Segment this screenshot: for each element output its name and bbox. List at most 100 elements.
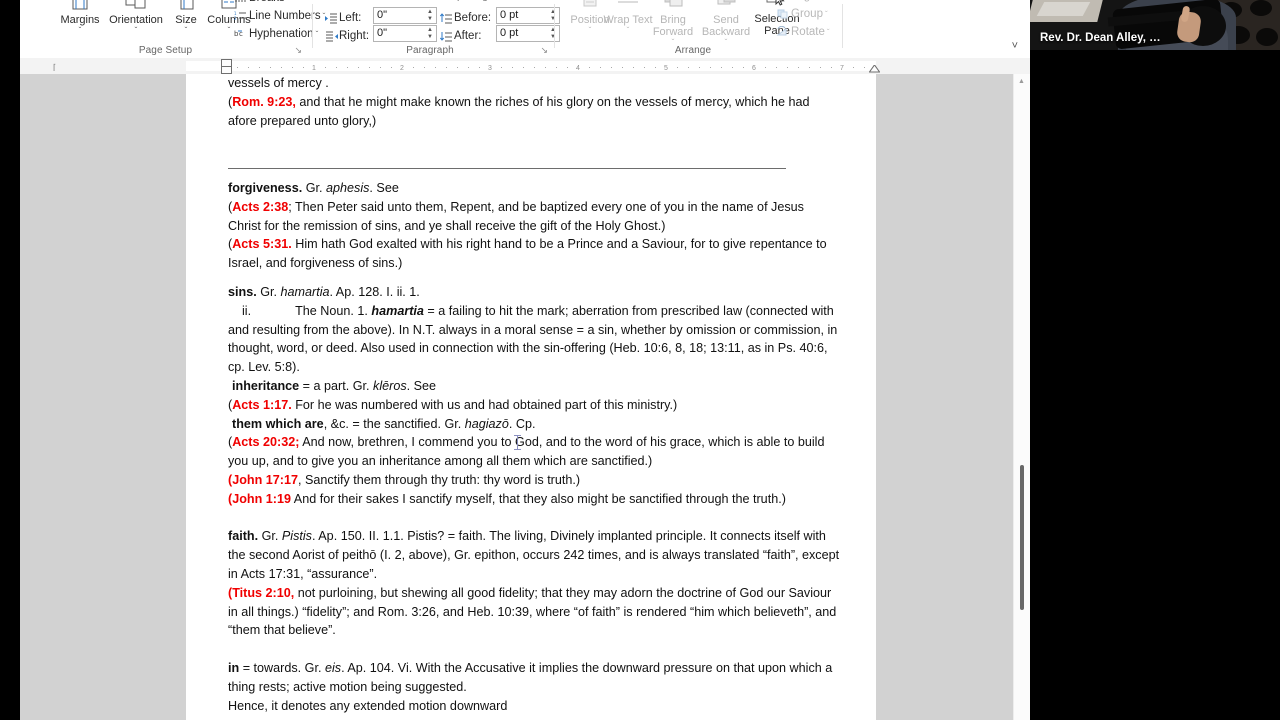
ruler-tick-dot	[457, 67, 458, 68]
document-paragraph[interactable]: in = towards. Gr. eis. Ap. 104. Vi. With…	[228, 659, 840, 697]
spacing-subheader: Spacing	[450, 0, 488, 2]
orientation-chevron-down-icon[interactable]: ˇ	[100, 26, 172, 35]
ruler-tick-label: 4	[576, 65, 580, 72]
scroll-up-arrow-icon[interactable]: ▲	[1018, 78, 1025, 85]
document-paragraph[interactable]: (Acts 5:31. Him hath God exalted with hi…	[228, 235, 840, 273]
indent-left-spin-up-icon[interactable]: ▲	[427, 9, 433, 15]
rotate-menu-item[interactable]: Rotate ˇ	[776, 25, 830, 40]
ruler-tick-dot	[798, 67, 799, 68]
group-menu-item[interactable]: Group ˇ	[776, 8, 828, 22]
scripture-reference: Acts 1:17.	[232, 397, 292, 412]
ruler-tick-dot	[655, 67, 656, 68]
ruler-tick-dot	[534, 67, 535, 68]
breaks-chevron-down-icon[interactable]: ˇ	[287, 0, 290, 3]
ruler-tick-dot	[809, 67, 810, 68]
group-icon	[776, 8, 791, 22]
tab-stop-selector[interactable]: ⌈	[53, 63, 56, 72]
align-menu-item[interactable]: Alignˇ	[776, 0, 821, 4]
text-run: And now, brethren, I commend you to God,…	[228, 435, 825, 469]
video-overlay[interactable]: Rev. Dr. Dean Alley, …	[1030, 0, 1280, 50]
ruler-tick-dot	[479, 67, 480, 68]
ribbon: Margins ˇ Orientation ˇ Size ˇ Columns ˇ…	[20, 0, 1030, 59]
collapse-ribbon-chevron-down-icon[interactable]: ˅	[1012, 40, 1018, 52]
document-paragraph[interactable]: (Acts 2:38; Then Peter said unto them, R…	[228, 198, 840, 236]
horizontal-ruler[interactable]: ⌈ 1 2 3 4 5 6 7	[20, 58, 1030, 75]
document-paragraph[interactable]: inheritance = a part. Gr. klēros. See	[228, 377, 840, 396]
hyphenation-menu-item[interactable]: bc Hyphenation ˇ	[234, 28, 318, 42]
hanging-indent-marker[interactable]	[221, 66, 232, 74]
document-paragraph[interactable]: (Titus 2:10, not purloining, but shewing…	[228, 584, 840, 640]
text-run: Hence, it denotes any extended motion do…	[228, 698, 508, 713]
document-paragraph[interactable]: them which are, &c. = the sanctified. Gr…	[228, 415, 840, 434]
indent-left-value: 0"	[377, 9, 388, 21]
ruler-tick-dot	[743, 67, 744, 68]
text-run: , Sanctify them through thy truth: thy w…	[298, 472, 581, 487]
document-paragraph[interactable]: vessels of mercy .	[228, 74, 840, 93]
document-text-body[interactable]: vessels of mercy . (Rom. 9:23, and that h…	[228, 74, 840, 715]
indent-right-icon	[325, 31, 339, 45]
spacing-before-value: 0 pt	[500, 9, 519, 21]
page-setup-dialog-launcher[interactable]: ↘	[294, 45, 302, 56]
ruler-ticks: 1 2 3 4 5 6 7	[186, 58, 876, 74]
document-page[interactable]: vessels of mercy . (Rom. 9:23, and that h…	[186, 74, 876, 720]
scrollbar-thumb[interactable]	[1020, 465, 1024, 610]
document-paragraph[interactable]: Hence, it denotes any extended motion do…	[228, 697, 840, 716]
ruler-tick-dot	[501, 67, 502, 68]
document-paragraph[interactable]: (John 1:19 And for their sakes I sanctif…	[228, 490, 840, 509]
indent-right-spin-up-icon[interactable]: ▲	[427, 27, 433, 33]
indent-right-spin-down-icon[interactable]: ▼	[427, 34, 433, 40]
ruler-tick-dot	[677, 67, 678, 68]
ruler-tick-dot	[710, 67, 711, 68]
document-paragraph[interactable]: (Acts 1:17. For he was numbered with us …	[228, 396, 840, 415]
ruler-tick-dot	[292, 67, 293, 68]
text-run: vessels of mercy .	[228, 76, 329, 90]
align-chevron-down-icon[interactable]: ˇ	[819, 0, 822, 1]
ruler-tick-dot	[303, 67, 304, 68]
ruler-tick-dot	[600, 67, 601, 68]
document-paragraph[interactable]: forgiveness. Gr. aphesis. See	[228, 179, 840, 198]
scripture-reference: Acts 5:31.	[232, 237, 292, 252]
scrollbar-track[interactable]	[1020, 90, 1024, 712]
rotate-chevron-down-icon[interactable]: ˇ	[827, 28, 830, 37]
document-paragraph[interactable]: (John 17:17, Sanctify them through thy t…	[228, 471, 840, 490]
right-indent-marker[interactable]	[869, 65, 880, 73]
scripture-reference: Acts 20:32;	[232, 435, 300, 450]
document-paragraph[interactable]: faith. Gr. Pistis. Ap. 150. II. 1.1. Pis…	[228, 527, 840, 583]
document-paragraph[interactable]: (Rom. 9:23, and that he might make known…	[228, 93, 840, 131]
text-run: ; Then Peter said unto them, Repent, and…	[228, 199, 804, 233]
svg-text:2: 2	[234, 16, 237, 21]
ruler-tick-dot	[237, 67, 238, 68]
document-paragraph[interactable]: sins. Gr. hamartia. Ap. 128. I. ii. 1.	[228, 283, 840, 302]
vertical-scrollbar[interactable]: ▲	[1013, 74, 1030, 720]
group-chevron-down-icon[interactable]: ˇ	[825, 10, 828, 19]
indent-left-field-row: Left: 0" ▲ ▼	[325, 7, 437, 27]
indent-right-value: 0"	[377, 27, 388, 39]
indent-left-input[interactable]: 0" ▲ ▼	[373, 7, 437, 24]
document-canvas[interactable]: vessels of mercy . (Rom. 9:23, and that h…	[20, 74, 1030, 720]
ruler-tick-dot	[611, 67, 612, 68]
ruler-tick-dot	[369, 67, 370, 68]
indent-left-spin-down-icon[interactable]: ▼	[427, 16, 433, 22]
group-divider	[842, 4, 843, 48]
ruler-tick-dot	[358, 67, 359, 68]
ruler-tick-label: 1	[312, 65, 316, 72]
document-paragraph[interactable]: ii. The Noun. 1. hamartia = a failing to …	[228, 302, 840, 377]
paragraph-dialog-launcher[interactable]: ↘	[540, 45, 548, 56]
spacing-after-input[interactable]: 0 pt▲▼	[496, 25, 560, 42]
text-run: sins.	[228, 284, 257, 299]
document-paragraph[interactable]: (Acts 20:32; And now, brethren, I commen…	[228, 433, 840, 471]
hyphenation-chevron-down-icon[interactable]: ˇ	[316, 30, 319, 39]
text-run: Pistis	[281, 529, 312, 544]
indent-right-input[interactable]: 0" ▲ ▼	[373, 25, 437, 42]
text-run: ii.	[242, 303, 252, 318]
text-run: . See	[406, 378, 437, 393]
video-desk	[1030, 0, 1103, 22]
ruler-tick-dot	[831, 67, 832, 68]
orientation-icon	[100, 0, 172, 14]
orientation-button[interactable]: Orientation ˇ	[100, 0, 172, 35]
spacing-before-input[interactable]: 0 pt▲▼	[496, 7, 560, 24]
breaks-menu-item[interactable]: Breaksˇ	[234, 0, 289, 6]
text-run: in	[228, 660, 240, 675]
